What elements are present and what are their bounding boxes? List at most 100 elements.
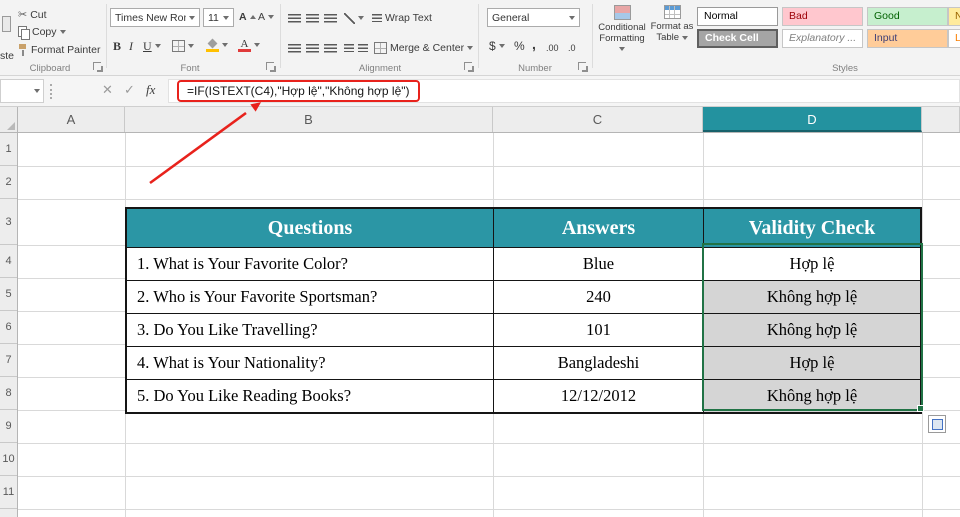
- answer-cell[interactable]: Bangladeshi: [493, 347, 703, 379]
- answer-cell[interactable]: 12/12/2012: [493, 380, 703, 412]
- cell-style-check-cell[interactable]: Check Cell: [697, 29, 778, 48]
- format-as-table-button[interactable]: Format as Table: [650, 5, 694, 67]
- validity-cell[interactable]: Không hợp lệ: [703, 281, 920, 313]
- enter-icon[interactable]: ✓: [124, 82, 135, 98]
- autofill-options-button[interactable]: [928, 415, 946, 433]
- align-center-button[interactable]: [306, 40, 319, 56]
- number-dialog-launcher-icon[interactable]: [578, 62, 588, 72]
- alignment-group-label: Alignment: [358, 63, 402, 74]
- answer-cell[interactable]: 101: [493, 314, 703, 346]
- orientation-button[interactable]: [344, 10, 364, 26]
- paste-button-partial[interactable]: ste: [0, 4, 15, 66]
- row-header-2[interactable]: 2: [0, 166, 17, 199]
- font-size-combo[interactable]: 11: [203, 8, 234, 27]
- cell-style-neutral-partial[interactable]: Ne: [948, 7, 960, 26]
- decrease-font-button[interactable]: A: [258, 9, 275, 25]
- fill-color-button[interactable]: [206, 37, 228, 53]
- font-dialog-launcher-icon[interactable]: [266, 62, 276, 72]
- percent-style-button[interactable]: %: [514, 38, 525, 54]
- column-header-b[interactable]: B: [125, 107, 493, 132]
- row-header-6[interactable]: 6: [0, 311, 17, 344]
- fill-handle[interactable]: [917, 405, 924, 412]
- italic-button[interactable]: I: [129, 38, 133, 54]
- align-top-icon: [288, 13, 301, 23]
- increase-decimal-button[interactable]: .00: [546, 40, 559, 56]
- increase-font-button[interactable]: A: [239, 9, 256, 25]
- row-header-1[interactable]: 1: [0, 133, 17, 166]
- format-as-table-icon: [663, 5, 681, 19]
- cancel-icon[interactable]: ✕: [102, 82, 113, 98]
- merge-center-button[interactable]: Merge & Center: [374, 40, 474, 56]
- font-color-button[interactable]: A: [238, 37, 260, 53]
- clipboard-group-label: Clipboard: [29, 63, 71, 74]
- table-header-validity[interactable]: Validity Check: [703, 209, 920, 247]
- align-left-button[interactable]: [288, 40, 301, 56]
- sheet-area[interactable]: Questions Answers Validity Check 1. What…: [18, 133, 960, 517]
- conditional-formatting-button[interactable]: Conditional Formatting: [596, 5, 648, 67]
- row-header-11[interactable]: 11: [0, 476, 17, 509]
- row-header-9[interactable]: 9: [0, 410, 17, 443]
- column-header-c[interactable]: C: [493, 107, 703, 132]
- row-header-8[interactable]: 8: [0, 377, 17, 410]
- row-header-7[interactable]: 7: [0, 344, 17, 377]
- font-name-combo[interactable]: Times New Roma: [110, 8, 200, 27]
- row-header-3[interactable]: 3: [0, 199, 17, 245]
- validity-cell[interactable]: Hợp lệ: [703, 347, 920, 379]
- copy-button[interactable]: Copy: [18, 24, 66, 40]
- question-cell[interactable]: 1. What is Your Favorite Color?: [127, 248, 493, 280]
- gridline: [922, 133, 923, 517]
- accounting-format-button[interactable]: $: [489, 38, 505, 54]
- format-painter-button[interactable]: Format Painter: [18, 42, 100, 58]
- group-separator: [478, 4, 479, 68]
- percent-glyph: %: [514, 39, 525, 53]
- row-header-10[interactable]: 10: [0, 443, 17, 476]
- row-header-5[interactable]: 5: [0, 278, 17, 311]
- decrease-indent-button[interactable]: [344, 40, 354, 56]
- question-cell[interactable]: 5. Do You Like Reading Books?: [127, 380, 493, 412]
- decrease-decimal-button[interactable]: .0: [568, 40, 576, 56]
- validity-cell[interactable]: Không hợp lệ: [703, 380, 920, 412]
- align-right-button[interactable]: [324, 40, 337, 56]
- align-middle-button[interactable]: [306, 10, 319, 26]
- cell-style-input[interactable]: Input: [867, 29, 948, 48]
- increase-indent-button[interactable]: [358, 40, 368, 56]
- chevron-down-icon: [619, 47, 625, 51]
- column-header-a[interactable]: A: [18, 107, 125, 132]
- table-header-answers[interactable]: Answers: [493, 209, 703, 247]
- table-header-questions[interactable]: Questions: [127, 209, 493, 247]
- select-all-corner[interactable]: [0, 107, 18, 133]
- clipboard-dialog-launcher-icon[interactable]: [93, 62, 103, 72]
- wrap-text-button[interactable]: Wrap Text: [372, 10, 432, 26]
- cell-style-bad[interactable]: Bad: [782, 7, 863, 26]
- merge-center-label: Merge & Center: [390, 42, 465, 54]
- insert-function-icon[interactable]: fx: [146, 82, 155, 98]
- answer-cell[interactable]: 240: [493, 281, 703, 313]
- formula-bar-splitter[interactable]: [50, 84, 52, 99]
- row-header-4[interactable]: 4: [0, 245, 17, 278]
- column-header-partial[interactable]: [922, 107, 960, 132]
- align-top-button[interactable]: [288, 10, 301, 26]
- number-format-combo[interactable]: General: [487, 8, 580, 27]
- borders-button[interactable]: [172, 38, 194, 54]
- formula-input[interactable]: =IF(ISTEXT(C4),"Hợp lệ","Không hợp lệ"): [168, 79, 960, 103]
- comma-style-button[interactable]: ,: [532, 36, 536, 52]
- answer-cell[interactable]: Blue: [493, 248, 703, 280]
- question-cell[interactable]: 4. What is Your Nationality?: [127, 347, 493, 379]
- cell-style-explanatory[interactable]: Explanatory ...: [782, 29, 863, 48]
- cut-button[interactable]: ✂ Cut: [18, 7, 47, 23]
- format-painter-icon: [18, 43, 28, 57]
- align-bottom-button[interactable]: [324, 10, 337, 26]
- validity-cell[interactable]: Không hợp lệ: [703, 314, 920, 346]
- question-cell[interactable]: 2. Who is Your Favorite Sportsman?: [127, 281, 493, 313]
- alignment-dialog-launcher-icon[interactable]: [464, 62, 474, 72]
- chevron-down-icon: [222, 43, 228, 47]
- name-box[interactable]: [0, 79, 44, 103]
- cell-style-normal[interactable]: Normal: [697, 7, 778, 26]
- validity-cell-active[interactable]: Hợp lệ: [703, 248, 920, 280]
- cell-style-good[interactable]: Good: [867, 7, 948, 26]
- cell-style-linked-partial[interactable]: Lin: [948, 29, 960, 48]
- bold-button[interactable]: B: [113, 38, 121, 54]
- underline-button[interactable]: U: [143, 38, 161, 54]
- column-header-d-selected[interactable]: D: [703, 107, 922, 132]
- question-cell[interactable]: 3. Do You Like Travelling?: [127, 314, 493, 346]
